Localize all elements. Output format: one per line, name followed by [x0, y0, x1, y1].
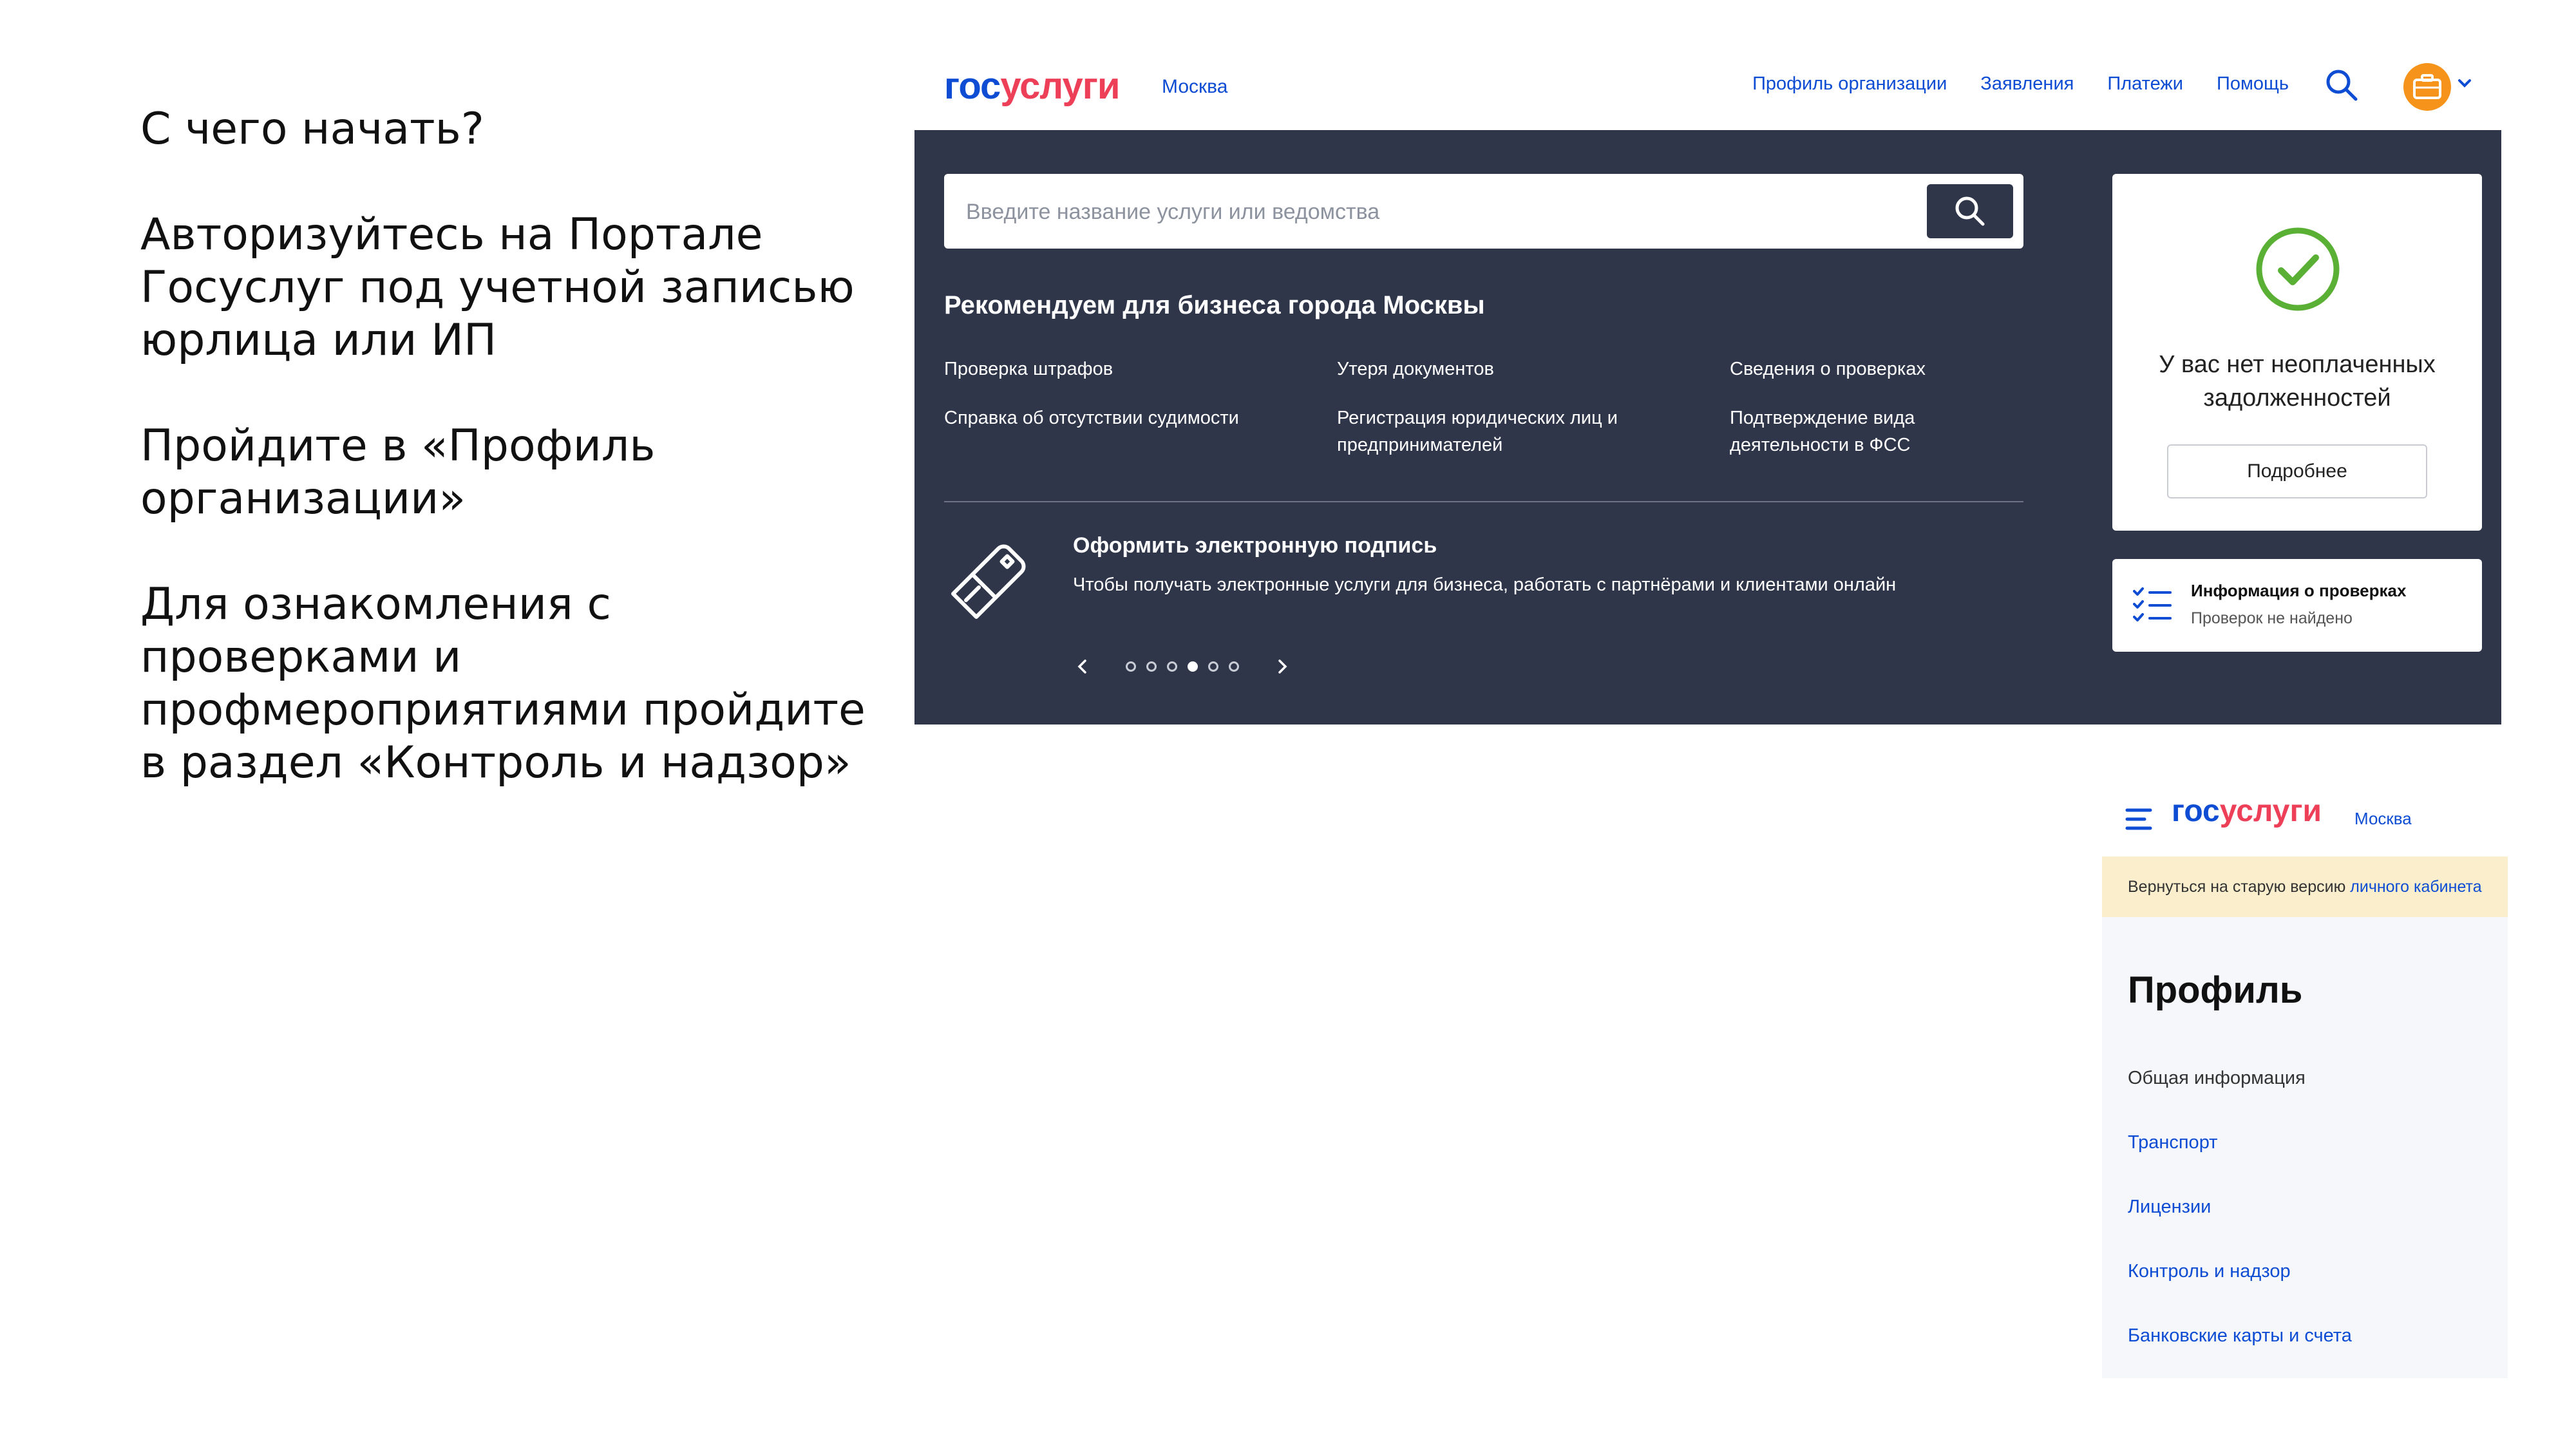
search-button[interactable]	[1927, 184, 2013, 238]
carousel-dot[interactable]	[1146, 661, 1157, 672]
gosuslugi-logo[interactable]: госуслуги	[944, 64, 1121, 108]
carousel-controls	[1073, 657, 1292, 676]
menu-bank-cards[interactable]: Банковские карты и счета	[2128, 1325, 2352, 1347]
top-header: госуслуги Москва Профиль организации Зая…	[914, 52, 2501, 130]
gosuslugi-logo-small[interactable]: госуслуги	[2172, 793, 2322, 829]
hero-panel: Рекомендуем для бизнеса города Москвы Пр…	[914, 130, 2501, 724]
search-icon	[1955, 196, 1985, 226]
carousel-dot[interactable]	[1126, 661, 1136, 672]
slide-instructions: С чего начать? Авторизуйтесь на Портале …	[140, 103, 900, 842]
chevron-left-icon[interactable]	[1073, 657, 1092, 676]
rec-link-inspections[interactable]: Сведения о проверках	[1730, 355, 2052, 383]
slide-step-1: Авторизуйтесь на Портале Госуслуг под уч…	[140, 209, 855, 366]
carousel-dot-active[interactable]	[1188, 661, 1198, 672]
old-cabinet-link[interactable]: личного кабинета	[2350, 878, 2481, 896]
profile-title: Профиль	[2128, 969, 2303, 1011]
service-search-input[interactable]	[965, 192, 1895, 232]
service-search	[944, 174, 2023, 249]
nav-applications[interactable]: Заявления	[1980, 73, 2074, 95]
menu-control-supervision[interactable]: Контроль и надзор	[2128, 1261, 2291, 1282]
usb-key-icon	[951, 544, 1026, 619]
carousel-dot[interactable]	[1229, 661, 1239, 672]
portal-home-screenshot: госуслуги Москва Профиль организации Зая…	[914, 52, 2501, 724]
debt-status-text: У вас нет неоплаченных задолженностей	[2159, 351, 2436, 412]
slide-heading: С чего начать?	[140, 104, 484, 155]
carousel-dot[interactable]	[1167, 661, 1177, 672]
carousel-dot[interactable]	[1208, 661, 1218, 672]
chevron-down-icon[interactable]	[2455, 73, 2474, 93]
menu-licenses[interactable]: Лицензии	[2128, 1197, 2211, 1218]
briefcase-icon	[2413, 74, 2441, 99]
inspections-subtitle: Проверок не найдено	[2191, 609, 2353, 627]
inspections-title: Информация о проверках	[2191, 581, 2407, 600]
city-selector-small[interactable]: Москва	[2354, 809, 2412, 829]
slide-step-2: Пройдите в «Профиль организации»	[140, 421, 656, 524]
rec-link-lost-docs[interactable]: Утеря документов	[1337, 355, 1659, 383]
main-nav: Профиль организации Заявления Платежи По…	[1752, 73, 2289, 95]
recommend-title: Рекомендуем для бизнеса города Москвы	[944, 291, 1485, 319]
profile-section: Профиль Общая информация Транспорт Лицен…	[2102, 917, 2508, 1378]
slide-step-3: Для ознакомления с проверками и профмеро…	[140, 579, 866, 788]
rec-link-fines[interactable]: Проверка штрафов	[944, 355, 1266, 383]
hamburger-menu-icon[interactable]	[2125, 806, 2152, 832]
city-selector[interactable]: Москва	[1162, 76, 1227, 98]
nav-org-profile[interactable]: Профиль организации	[1752, 73, 1947, 95]
menu-general-info[interactable]: Общая информация	[2128, 1068, 2306, 1089]
chevron-right-icon[interactable]	[1273, 657, 1292, 676]
inspections-card[interactable]: Информация о проверках Проверок не найде…	[2112, 559, 2482, 652]
checklist-icon	[2133, 587, 2172, 621]
check-circle-icon	[2256, 227, 2340, 311]
promo-title[interactable]: Оформить электронную подпись	[1073, 533, 1437, 558]
nav-help[interactable]: Помощь	[2217, 73, 2289, 95]
banner-text: Вернуться на старую версию	[2128, 878, 2351, 896]
rec-link-fss[interactable]: Подтверждение вида деятельности в ФСС	[1730, 404, 1962, 459]
old-version-banner: Вернуться на старую версию личного кабин…	[2102, 857, 2508, 917]
debt-status-card: У вас нет неоплаченных задолженностей По…	[2112, 174, 2482, 531]
org-avatar[interactable]	[2403, 63, 2451, 111]
menu-transport[interactable]: Транспорт	[2128, 1132, 2217, 1153]
divider	[944, 501, 2023, 502]
rec-link-criminal-record[interactable]: Справка об отсутствии судимости	[944, 404, 1266, 431]
rec-link-registration[interactable]: Регистрация юридических лиц и предприним…	[1337, 404, 1646, 459]
search-icon[interactable]	[2324, 67, 2360, 103]
details-button[interactable]: Подробнее	[2167, 444, 2427, 498]
profile-menu-screenshot: госуслуги Москва Вернуться на старую вер…	[2102, 779, 2508, 1378]
promo-subtitle: Чтобы получать электронные услуги для би…	[1073, 574, 1897, 595]
nav-payments[interactable]: Платежи	[2107, 73, 2183, 95]
